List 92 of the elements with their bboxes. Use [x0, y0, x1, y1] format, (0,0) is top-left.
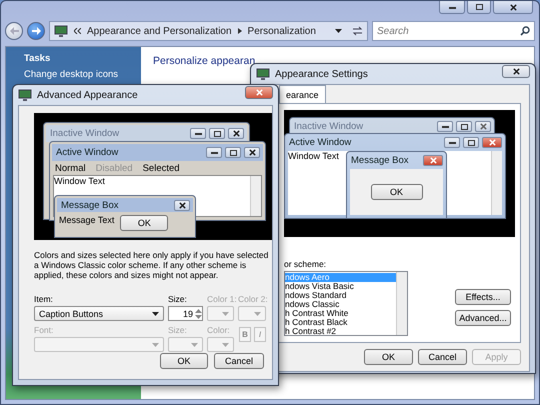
maximize-icon — [468, 140, 474, 146]
minimize-icon — [448, 6, 456, 8]
spin-arrows-icon — [195, 308, 202, 320]
field-label: Size: — [168, 325, 187, 335]
monitor-icon — [18, 88, 32, 102]
scrollbar — [396, 272, 407, 335]
field-label: Color 2: — [238, 294, 268, 304]
address-bar[interactable]: Appearance and Personalization Personalization — [49, 21, 368, 41]
window-title: Advanced Appearance — [37, 90, 139, 100]
advanced-button[interactable]: Advanced... — [455, 310, 511, 326]
minimize-icon — [448, 141, 456, 144]
scheme-item[interactable]: h Contrast White — [285, 309, 396, 318]
close-icon — [248, 149, 256, 156]
maximize-icon — [230, 150, 236, 156]
dialog-button[interactable]: OK — [364, 349, 413, 365]
preview-window-title: Inactive Window — [294, 121, 364, 132]
field-label: Color 1: — [207, 294, 237, 304]
field-label: Item: — [34, 294, 53, 304]
cancel-button[interactable]: Cancel — [214, 353, 264, 369]
scrollbar — [491, 151, 502, 215]
close-icon — [256, 89, 262, 96]
size-spinner[interactable]: 19 — [168, 306, 203, 321]
monitor-icon — [256, 68, 270, 80]
ok-button[interactable]: OK — [160, 353, 208, 369]
scrollbar — [250, 176, 261, 216]
scheme-item[interactable]: ndows Standard — [285, 291, 396, 300]
scheme-item[interactable]: ndows Vista Basic — [285, 282, 396, 291]
field-label: Font: — [34, 325, 54, 335]
ok-button[interactable]: OK — [120, 215, 168, 231]
preview-window-title: Inactive Window — [50, 128, 120, 139]
description-text: Colors and sizes selected here only apply if you have selected a Windows Classic color scheme. If any other scheme is applied, these colors and sizes might not appear. — [34, 250, 270, 280]
window-text: Window Text — [54, 176, 105, 186]
minimize-icon — [442, 125, 448, 128]
dropdown-arrow-icon — [222, 342, 229, 346]
forward-button[interactable] — [27, 22, 45, 40]
effects-button[interactable]: Effects... — [455, 289, 511, 305]
forward-arrow-icon — [32, 27, 40, 35]
message-text: Message Text — [59, 215, 114, 225]
close-icon — [480, 123, 486, 130]
dropdown-arrow-icon — [152, 342, 159, 346]
preview-window-title: Message Box — [61, 200, 120, 210]
minimize-button[interactable] — [439, 1, 465, 14]
double-chevron-icon — [74, 28, 81, 34]
tasks-heading: Tasks — [24, 53, 52, 64]
scheme-item[interactable]: h Contrast Black — [285, 318, 396, 327]
maximize-icon — [460, 124, 468, 130]
refresh-icon[interactable] — [352, 26, 363, 36]
close-icon — [510, 4, 516, 10]
dropdown-arrow-icon — [191, 342, 198, 346]
close-icon — [512, 68, 520, 75]
close-button[interactable] — [502, 65, 530, 78]
close-icon — [488, 139, 496, 146]
color-scheme-label: or scheme: — [284, 259, 326, 269]
maximize-icon — [214, 130, 220, 136]
window-text: Window Text — [288, 151, 339, 161]
preview-window-title: Active Window — [56, 147, 120, 158]
close-icon — [430, 157, 436, 164]
chevron-right-icon — [238, 28, 242, 34]
minimize-icon — [194, 132, 202, 135]
back-button[interactable] — [5, 22, 23, 40]
preview-window-title: Message Box — [351, 155, 410, 166]
page-heading: Personalize appearan — [153, 55, 256, 67]
dropdown[interactable]: Caption Buttons — [34, 306, 164, 321]
back-arrow-icon — [10, 27, 18, 35]
ok-button[interactable]: OK — [370, 184, 422, 200]
dropdown-arrow-icon — [152, 312, 159, 316]
window-title: Appearance Settings — [275, 68, 369, 80]
search-field[interactable]: Search — [372, 21, 535, 41]
monitor-icon — [54, 24, 68, 38]
tab[interactable]: earance — [279, 85, 326, 103]
field-label: Color: — [207, 325, 230, 335]
close-button[interactable] — [493, 1, 533, 14]
close-icon — [178, 202, 186, 208]
breadcrumb-item[interactable]: Appearance and Personalization — [87, 26, 232, 36]
scheme-item[interactable]: h Contrast #2 — [285, 327, 396, 336]
field-label: Size: — [168, 294, 187, 304]
minimize-icon — [210, 151, 218, 154]
dropdown-arrow-icon — [222, 312, 229, 316]
preview-window-title: Active Window — [289, 137, 352, 148]
breadcrumb-item[interactable]: Personalization — [248, 26, 316, 36]
menu-item[interactable]: Normal — [55, 163, 86, 174]
maximize-icon — [476, 4, 482, 10]
close-icon — [232, 130, 240, 137]
menu-item[interactable]: Selected — [142, 163, 180, 174]
color-scheme-list[interactable]: ndows Aero ndows Vista Basic ndows Standard ndows Classic h Contrast White h Contrast Black h Contrast #2 — [284, 271, 408, 336]
dropdown-arrow-icon — [254, 312, 261, 316]
maximize-button[interactable] — [467, 1, 491, 14]
dropdown-arrow-icon — [335, 29, 342, 33]
search-icon — [520, 26, 530, 36]
task-link[interactable]: Change desktop icons — [24, 69, 118, 80]
dialog-button[interactable]: Cancel — [418, 349, 467, 365]
scheme-item[interactable]: ndows Classic — [285, 300, 396, 309]
